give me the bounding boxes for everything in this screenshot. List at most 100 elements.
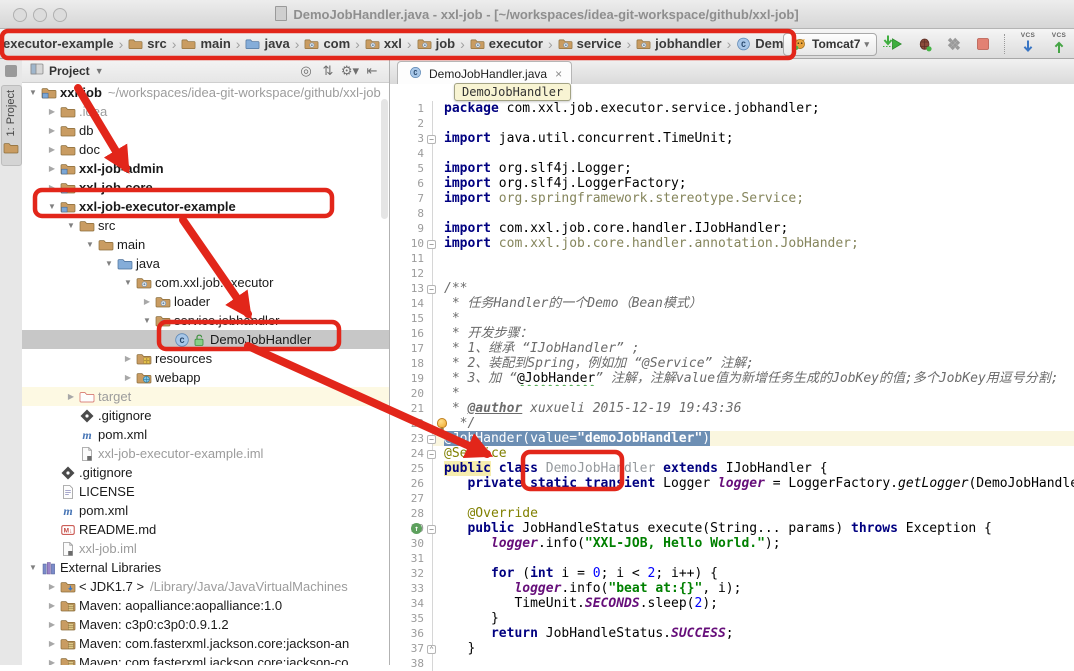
tree-item--gitignore[interactable]: .gitignore bbox=[22, 406, 389, 425]
tree-item--jdk1-7-[interactable]: ▶< JDK1.7 >/Library/Java/JavaVirtualMach… bbox=[22, 577, 389, 596]
tree-closed-arrow-icon[interactable]: ▶ bbox=[121, 373, 135, 382]
tree-item-maven-com-fasterxml-jackson-core-jackson-co[interactable]: ▶Maven: com.fasterxml.jackson.core:jacks… bbox=[22, 653, 389, 665]
code-line-28[interactable]: 28 @Override bbox=[390, 506, 1074, 521]
tree-item-doc[interactable]: ▶doc bbox=[22, 140, 389, 159]
tree-item-loader[interactable]: ▶loader bbox=[22, 292, 389, 311]
code-line-29[interactable]: 29 public JobHandleStatus execute(String… bbox=[390, 521, 1074, 536]
tree-closed-arrow-icon[interactable]: ▶ bbox=[45, 126, 59, 135]
code-line-15[interactable]: 15 * bbox=[390, 311, 1074, 326]
tree-item--gitignore[interactable]: .gitignore bbox=[22, 463, 389, 482]
code-line-36[interactable]: 36 return JobHandleStatus.SUCCESS; bbox=[390, 626, 1074, 641]
code-line-6[interactable]: 6import org.slf4j.LoggerFactory; bbox=[390, 176, 1074, 191]
tree-open-arrow-icon[interactable]: ▼ bbox=[140, 316, 154, 325]
breadcrumb-item-executor-example[interactable]: executor-example bbox=[3, 36, 114, 51]
code-line-31[interactable]: 31 bbox=[390, 551, 1074, 566]
tree-item-maven-aopalliance-aopalliance-1-0[interactable]: ▶Maven: aopalliance:aopalliance:1.0 bbox=[22, 596, 389, 615]
code-line-33[interactable]: 33 logger.info("beat at:{}", i); bbox=[390, 581, 1074, 596]
vcs-commit-button[interactable]: VCS bbox=[1048, 33, 1070, 56]
breadcrumb-item-jobhandler[interactable]: jobhandler bbox=[636, 36, 721, 52]
code-line-19[interactable]: 19 * 3、加 “@JobHander” 注解，注解value值为新增任务生成… bbox=[390, 371, 1074, 386]
code-line-16[interactable]: 16 * 开发步骤： bbox=[390, 326, 1074, 341]
debug-button[interactable] bbox=[915, 34, 935, 54]
tree-closed-arrow-icon[interactable]: ▶ bbox=[45, 620, 59, 629]
tree-item-main[interactable]: ▼main bbox=[22, 235, 389, 254]
breadcrumb-item-java[interactable]: java bbox=[245, 36, 289, 52]
tree-closed-arrow-icon[interactable]: ▶ bbox=[45, 601, 59, 610]
run-configuration-select[interactable]: Tomcat7 ▾ bbox=[783, 33, 877, 56]
tree-item-xxl-job[interactable]: ▼xxl-job~/workspaces/idea-git-workspace/… bbox=[22, 83, 389, 102]
code-line-27[interactable]: 27 bbox=[390, 491, 1074, 506]
run-button[interactable] bbox=[886, 34, 906, 54]
breadcrumb-item-src[interactable]: src bbox=[128, 36, 167, 52]
stop-button[interactable] bbox=[973, 34, 993, 54]
code-line-34[interactable]: 34 TimeUnit.SECONDS.sleep(2); bbox=[390, 596, 1074, 611]
tree-scrollbar[interactable] bbox=[381, 99, 388, 219]
tree-closed-arrow-icon[interactable]: ▶ bbox=[45, 164, 59, 173]
code-line-11[interactable]: 11 bbox=[390, 251, 1074, 266]
code-line-4[interactable]: 4 bbox=[390, 146, 1074, 161]
tab-demojobhandler[interactable]: C DemoJobHandler.java × bbox=[397, 61, 572, 85]
code-line-18[interactable]: 18 * 2、装配到Spring，例如加 “@Service” 注解; bbox=[390, 356, 1074, 371]
fold-marker-icon[interactable]: − bbox=[427, 240, 436, 249]
tree-item-db[interactable]: ▶db bbox=[22, 121, 389, 140]
tree-item-demojobhandler[interactable]: CDemoJobHandler bbox=[22, 330, 389, 349]
vcs-update-button[interactable]: VCS bbox=[1017, 33, 1039, 56]
code-line-30[interactable]: 30 logger.info("XXL-JOB, Hello World."); bbox=[390, 536, 1074, 551]
code-line-38[interactable]: 38 bbox=[390, 656, 1074, 671]
tree-item-src[interactable]: ▼src bbox=[22, 216, 389, 235]
settings-gear-icon[interactable]: ⚙▾ bbox=[339, 63, 361, 79]
tree-item-resources[interactable]: ▶resources bbox=[22, 349, 389, 368]
fold-marker-icon[interactable]: − bbox=[427, 525, 436, 534]
tree-closed-arrow-icon[interactable]: ▶ bbox=[64, 392, 78, 401]
tree-item-xxl-job-executor-example[interactable]: ▼xxl-job-executor-example bbox=[22, 197, 389, 216]
tree-item-maven-c3p0-c3p0-0-9-1-2[interactable]: ▶Maven: c3p0:c3p0:0.9.1.2 bbox=[22, 615, 389, 634]
fold-marker-icon[interactable]: − bbox=[427, 450, 436, 459]
code-line-7[interactable]: 7import org.springframework.stereotype.S… bbox=[390, 191, 1074, 206]
project-tool-window-tab[interactable]: 1: Project bbox=[1, 85, 22, 166]
tree-closed-arrow-icon[interactable]: ▶ bbox=[45, 107, 59, 116]
code-line-26[interactable]: 26 private static transient Logger logge… bbox=[390, 476, 1074, 491]
code-line-22[interactable]: 22 */ bbox=[390, 416, 1074, 431]
locate-icon[interactable]: ◎ bbox=[295, 63, 317, 79]
code-line-17[interactable]: 17 * 1、继承 “IJobHandler” ; bbox=[390, 341, 1074, 356]
tree-item-pom-xml[interactable]: mpom.xml bbox=[22, 501, 389, 520]
code-line-9[interactable]: 9import com.xxl.job.core.handler.IJobHan… bbox=[390, 221, 1074, 236]
tree-item-pom-xml[interactable]: mpom.xml bbox=[22, 425, 389, 444]
window-menu-icon[interactable] bbox=[5, 65, 17, 77]
tree-closed-arrow-icon[interactable]: ▶ bbox=[45, 582, 59, 591]
override-method-icon[interactable]: ↑ bbox=[411, 523, 422, 534]
code-line-14[interactable]: 14 * 任务Handler的一个Demo（Bean模式） bbox=[390, 296, 1074, 311]
hide-panel-icon[interactable]: ⇤ bbox=[361, 63, 383, 79]
code-line-12[interactable]: 12 bbox=[390, 266, 1074, 281]
fold-marker-icon[interactable]: ⌃ bbox=[427, 645, 436, 654]
tree-item-webapp[interactable]: ▶webapp bbox=[22, 368, 389, 387]
breadcrumb-item-xxl[interactable]: xxl bbox=[365, 36, 402, 52]
chevron-down-icon[interactable]: ▼ bbox=[95, 66, 104, 76]
tree-item-maven-com-fasterxml-jackson-core-jackson-an[interactable]: ▶Maven: com.fasterxml.jackson.core:jacks… bbox=[22, 634, 389, 653]
run-with-coverage-button[interactable] bbox=[944, 34, 964, 54]
breadcrumb-item-executor[interactable]: executor bbox=[470, 36, 543, 52]
tree-item-readme-md[interactable]: M↓README.md bbox=[22, 520, 389, 539]
tree-open-arrow-icon[interactable]: ▼ bbox=[64, 221, 78, 230]
code-line-8[interactable]: 8 bbox=[390, 206, 1074, 221]
code-line-35[interactable]: 35 } bbox=[390, 611, 1074, 626]
code-line-23[interactable]: 23@JobHander(value="demoJobHandler")− bbox=[390, 431, 1074, 446]
tree-open-arrow-icon[interactable]: ▼ bbox=[83, 240, 97, 249]
code-line-32[interactable]: 32 for (int i = 0; i < 2; i++) { bbox=[390, 566, 1074, 581]
collapse-all-icon[interactable]: ⇅ bbox=[317, 63, 339, 79]
tree-item--idea[interactable]: ▶.idea bbox=[22, 102, 389, 121]
fold-marker-icon[interactable]: − bbox=[427, 135, 436, 144]
close-icon[interactable]: × bbox=[555, 67, 562, 81]
code-line-25[interactable]: 25public class DemoJobHandler extends IJ… bbox=[390, 461, 1074, 476]
tree-closed-arrow-icon[interactable]: ▶ bbox=[140, 297, 154, 306]
code-line-3[interactable]: 3import java.util.concurrent.TimeUnit;− bbox=[390, 131, 1074, 146]
fold-marker-icon[interactable]: − bbox=[427, 285, 436, 294]
tree-item-com-xxl-job-executor[interactable]: ▼com.xxl.job.executor bbox=[22, 273, 389, 292]
code-area[interactable]: 1package com.xxl.job.executor.service.jo… bbox=[390, 84, 1074, 665]
breadcrumb-item-job[interactable]: job bbox=[417, 36, 456, 52]
tree-item-target[interactable]: ▶target bbox=[22, 387, 389, 406]
tree-item-license[interactable]: LICENSE bbox=[22, 482, 389, 501]
tree-open-arrow-icon[interactable]: ▼ bbox=[45, 202, 59, 211]
fold-marker-icon[interactable]: − bbox=[427, 435, 436, 444]
tree-closed-arrow-icon[interactable]: ▶ bbox=[45, 183, 59, 192]
